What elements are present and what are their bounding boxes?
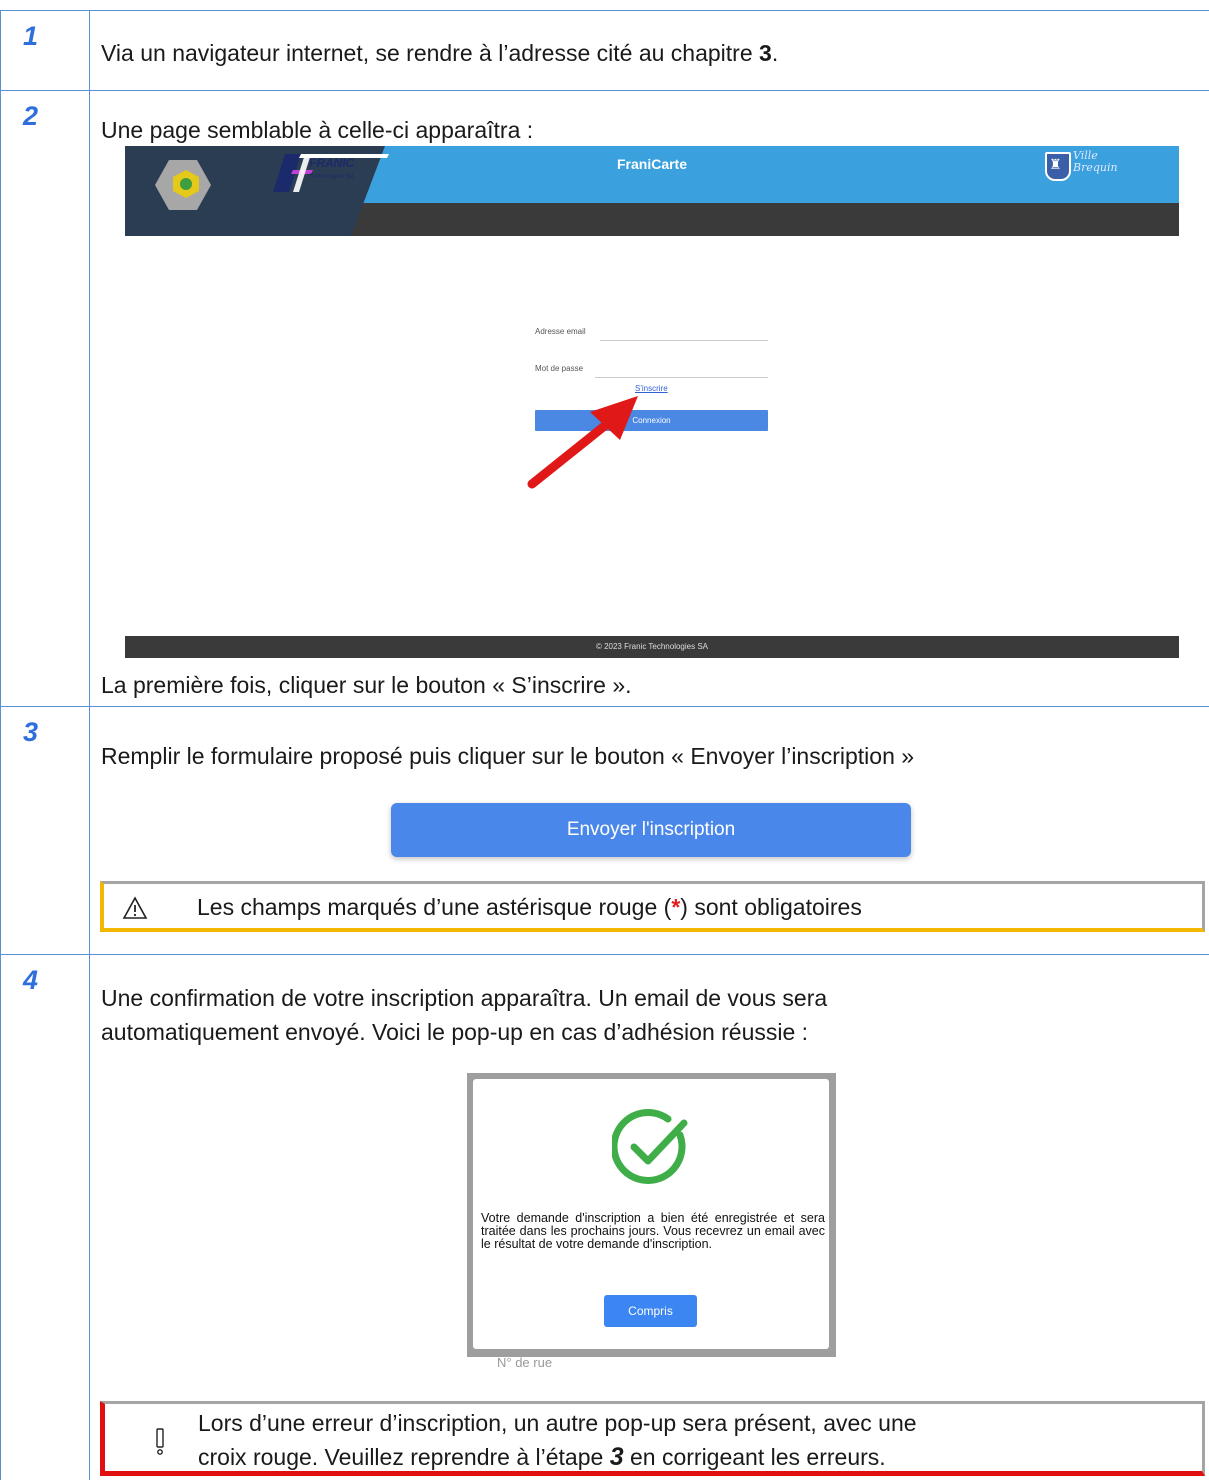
app-title: FraniCarte bbox=[616, 156, 688, 172]
step-4-text-line-2: automatiquement envoyé. Voici le pop-up … bbox=[101, 1019, 809, 1045]
login-page-screenshot: FRANIC Technologies SA FraniCarte ♜ Vill… bbox=[125, 146, 1179, 658]
logo-dot-icon bbox=[180, 178, 192, 190]
step-reference: 3 bbox=[609, 1443, 624, 1471]
send-registration-button[interactable]: Envoyer l'inscription bbox=[391, 803, 911, 857]
password-label: Mot de passe bbox=[535, 364, 584, 373]
logo-subtext: Technologies SA bbox=[309, 174, 354, 180]
exclamation-icon bbox=[156, 1428, 164, 1455]
error-note-text: Lors d’une erreur d’inscription, un autr… bbox=[198, 1406, 917, 1474]
step-1-text: Via un navigateur internet, se rendre à … bbox=[101, 40, 778, 67]
instruction-table: 1 Via un navigateur internet, se rendre … bbox=[0, 0, 1209, 1480]
step-number-cell: 1 bbox=[0, 11, 90, 91]
step-1-text-main: Via un navigateur internet, se rendre à … bbox=[101, 40, 760, 66]
step-number: 1 bbox=[23, 21, 39, 51]
error-line-2-end: en corrigeant les erreurs. bbox=[623, 1444, 886, 1470]
step-1-text-end: . bbox=[771, 40, 779, 66]
step-number-cell: 4 bbox=[0, 955, 90, 1480]
step-number: 3 bbox=[23, 717, 39, 747]
faded-field-label: N° de rue bbox=[497, 1355, 553, 1370]
email-label: Adresse email bbox=[535, 327, 586, 336]
success-popup: Votre demande d'inscription a bien été e… bbox=[473, 1079, 829, 1349]
error-line-1: Lors d’une erreur d’inscription, un autr… bbox=[198, 1410, 917, 1436]
red-arrow-icon bbox=[527, 396, 638, 489]
check-circle-icon bbox=[612, 1109, 688, 1184]
step-4-text-line-1: Une confirmation de votre inscription ap… bbox=[101, 985, 828, 1011]
email-field[interactable] bbox=[600, 340, 768, 341]
error-line-2: croix rouge. Veuillez reprendre à l’étap… bbox=[198, 1440, 917, 1474]
app-footer: © 2023 Franic Technologies SA bbox=[125, 636, 1179, 658]
warning-icon bbox=[122, 896, 148, 919]
success-popup-screenshot: Votre demande d'inscription a bien été e… bbox=[467, 1073, 836, 1357]
chapter-ref: 3 bbox=[759, 40, 772, 66]
step-2-after-text: La première fois, cliquer sur le bouton … bbox=[101, 672, 632, 698]
city-crest-icon: ♜ bbox=[1045, 152, 1071, 181]
popup-message: Votre demande d'inscription a bien été e… bbox=[481, 1211, 825, 1251]
warning-text-start: Les champs marqués d’une astérisque roug… bbox=[197, 894, 672, 920]
step-number: 4 bbox=[23, 965, 39, 995]
understood-button[interactable]: Compris bbox=[604, 1295, 697, 1327]
city-name: Ville Brequin bbox=[1073, 150, 1118, 174]
error-note: Lors d’une erreur d’inscription, un autr… bbox=[100, 1401, 1205, 1476]
city-line-2: Brequin bbox=[1073, 161, 1118, 174]
password-field[interactable] bbox=[595, 377, 768, 378]
step-2-text: Une page semblable à celle-ci apparaîtra… bbox=[101, 117, 534, 143]
warning-note: Les champs marqués d’une astérisque roug… bbox=[100, 881, 1205, 932]
warning-text-end: ) sont obligatoires bbox=[680, 894, 862, 920]
asterisk-marker: * bbox=[671, 894, 681, 920]
warning-text: Les champs marqués d’une astérisque roug… bbox=[197, 894, 862, 921]
step-number: 2 bbox=[23, 101, 39, 131]
step-3-text: Remplir le formulaire proposé puis cliqu… bbox=[101, 743, 915, 769]
step-number-cell: 2 bbox=[0, 91, 90, 707]
step-number-cell: 3 bbox=[0, 707, 90, 955]
crest-symbol-icon: ♜ bbox=[1049, 157, 1062, 173]
error-line-2-start: croix rouge. Veuillez reprendre à l’étap… bbox=[198, 1444, 610, 1470]
